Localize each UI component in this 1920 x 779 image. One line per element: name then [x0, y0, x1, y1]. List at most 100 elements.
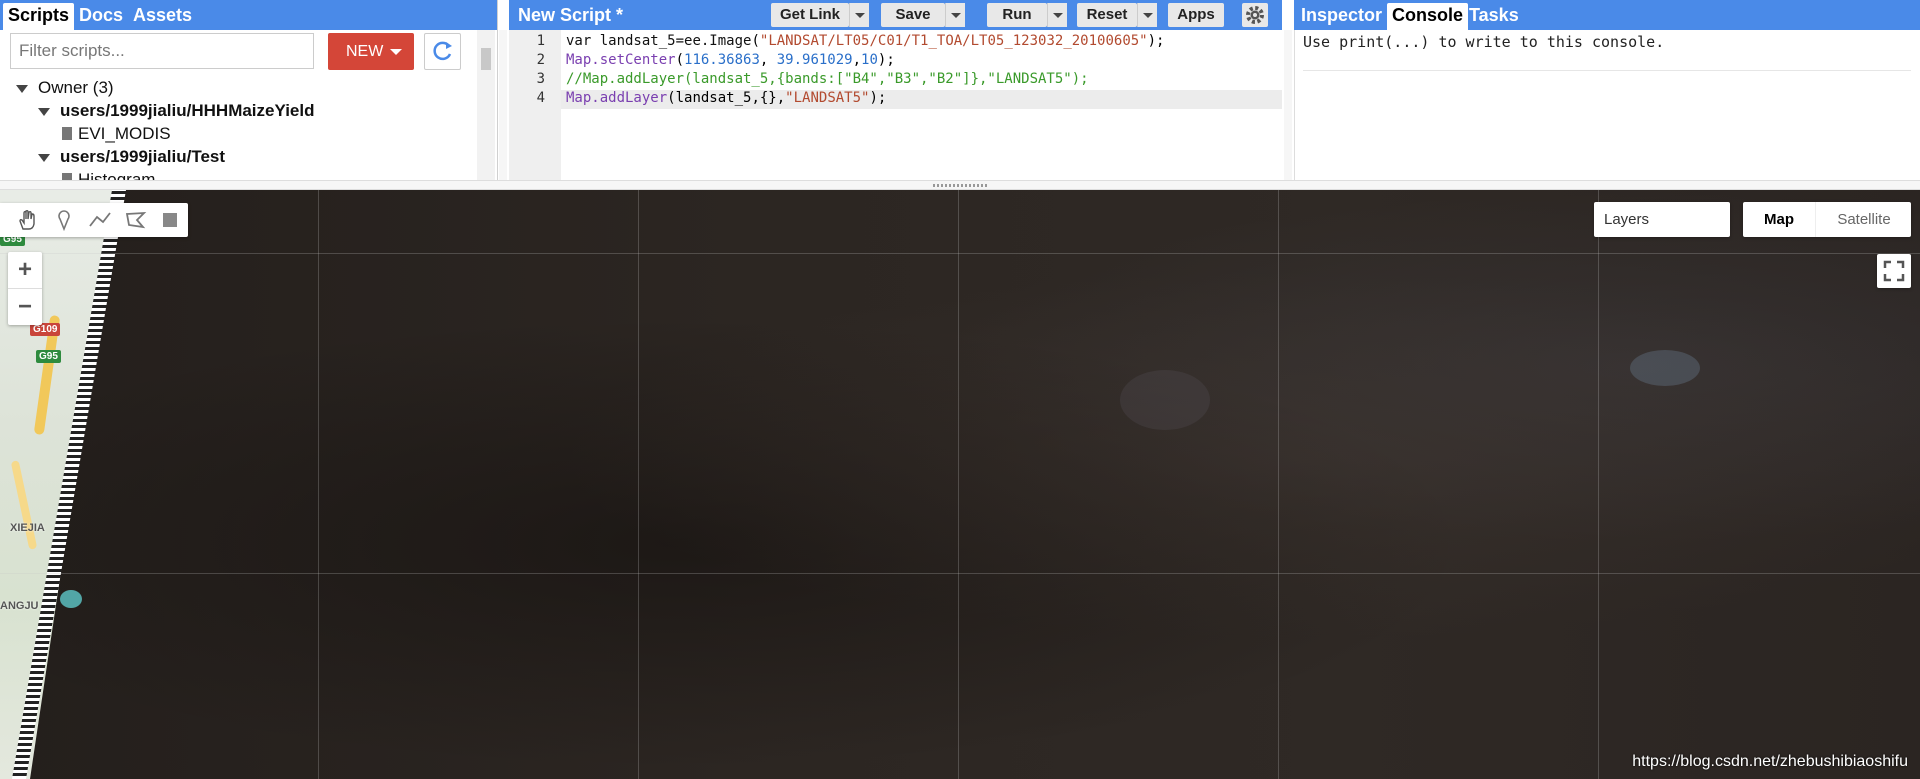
reset-button[interactable]: Reset	[1077, 3, 1137, 27]
place-label: XIEJIA	[10, 522, 45, 534]
grid-line	[958, 190, 959, 779]
pan-hand-icon[interactable]	[16, 209, 40, 231]
grid-line	[0, 253, 1920, 254]
code-token: );	[869, 90, 887, 106]
grid-line	[1598, 190, 1599, 779]
polygon-icon[interactable]	[124, 209, 148, 231]
run-dropdown[interactable]	[1047, 3, 1067, 27]
drag-handle-icon	[933, 184, 987, 187]
expand-icon	[38, 153, 50, 162]
expand-icon	[38, 107, 50, 116]
tree-item-owner[interactable]: Owner (3)	[16, 78, 114, 98]
code-token: );	[877, 52, 895, 68]
get-link-button[interactable]: Get Link	[771, 3, 849, 27]
code-token: 10	[861, 52, 878, 68]
code-line-4[interactable]: Map.addLayer(landsat_5,{},"LANDSAT5");	[566, 89, 886, 108]
drawing-tools	[0, 203, 188, 237]
watermark-text: https://blog.csdn.net/zhebushibiaoshifu	[1632, 753, 1908, 770]
code-token: 116.36863	[684, 52, 760, 68]
road-shield: G95	[36, 350, 61, 363]
tab-tasks[interactable]: Tasks	[1464, 3, 1524, 27]
line-number: 1	[536, 33, 545, 49]
grid-line	[1278, 190, 1279, 779]
right-tab-bar: Inspector Console Tasks	[1294, 0, 1920, 30]
code-token: "LANDSAT5"	[785, 90, 870, 106]
zoom-control: + −	[8, 252, 42, 325]
editor-toolbar: New Script * Get Link Save Run Reset App…	[509, 0, 1282, 30]
scripts-scrollbar[interactable]	[477, 30, 495, 180]
expand-icon	[16, 84, 28, 93]
map-type-satellite[interactable]: Satellite	[1815, 202, 1912, 237]
grid-line	[0, 573, 1920, 574]
line-icon[interactable]	[88, 209, 112, 231]
tab-docs[interactable]: Docs	[74, 3, 128, 27]
zoom-in-button[interactable]: +	[8, 252, 42, 288]
tree-item-evi-modis[interactable]: EVI_MODIS	[62, 124, 171, 144]
map-splitter[interactable]	[0, 180, 1920, 190]
code-token: (	[675, 52, 685, 68]
tree-item-histogram[interactable]: Histogram	[62, 170, 155, 180]
code-token: "LANDSAT/LT05/C01/T1_TOA/LT05_123032_201…	[759, 33, 1148, 49]
code-token: ,	[759, 52, 777, 68]
code-token: ee.Image	[684, 33, 752, 49]
code-token: Map.setCenter	[566, 52, 676, 68]
line-number: 4	[536, 90, 545, 106]
map-canvas[interactable]: G95 G109 G95 XIEJIA ANGJU	[0, 190, 1920, 779]
save-button[interactable]: Save	[881, 3, 945, 27]
rectangle-icon[interactable]	[158, 209, 182, 231]
console-message: Use print(...) to write to this console.	[1303, 33, 1665, 51]
tab-inspector[interactable]: Inspector	[1296, 3, 1387, 27]
scrollbar-thumb[interactable]	[481, 48, 491, 70]
console-divider	[1303, 70, 1911, 71]
line-number: 3	[536, 71, 545, 87]
code-token: (	[751, 33, 760, 49]
tab-console[interactable]: Console	[1387, 3, 1469, 30]
code-line-1[interactable]: var landsat_5=ee.Image("LANDSAT/LT05/C01…	[566, 32, 1164, 51]
tree-item-label: EVI_MODIS	[78, 124, 171, 143]
new-button-label: NEW	[346, 43, 384, 60]
layers-button[interactable]: Layers	[1594, 202, 1730, 237]
code-token: //Map.addLayer(landsat_5,{bands:["B4","B…	[566, 71, 1089, 87]
code-token: (landsat_5,{},	[667, 90, 786, 106]
script-title: New Script *	[518, 5, 624, 25]
place-label: ANGJU	[0, 600, 39, 612]
cloud-patch	[1630, 350, 1700, 386]
reset-dropdown[interactable]	[1137, 3, 1157, 27]
gear-icon	[1246, 6, 1264, 24]
get-link-dropdown[interactable]	[849, 3, 869, 27]
tree-item-label: Histogram	[78, 170, 156, 180]
save-dropdown[interactable]	[945, 3, 965, 27]
code-token: Map.addLayer	[566, 90, 668, 106]
line-number-gutter: 1 2 3 4	[509, 30, 561, 180]
settings-button[interactable]	[1242, 3, 1268, 27]
filter-scripts-input[interactable]	[10, 33, 314, 69]
code-editor[interactable]: var landsat_5=ee.Image("LANDSAT/LT05/C01…	[566, 30, 1282, 180]
chevron-down-icon	[390, 49, 402, 55]
left-splitter[interactable]	[499, 30, 507, 180]
file-icon	[62, 127, 72, 140]
marker-icon[interactable]	[52, 209, 76, 231]
right-splitter[interactable]	[1284, 30, 1292, 180]
code-token: );	[1147, 33, 1165, 49]
map-type-control: Map Satellite	[1743, 202, 1911, 237]
apps-button[interactable]: Apps	[1168, 3, 1224, 27]
refresh-button[interactable]	[424, 33, 461, 70]
tree-item-label: Owner (3)	[38, 78, 114, 97]
map-type-map[interactable]: Map	[1743, 202, 1815, 237]
code-line-3[interactable]: //Map.addLayer(landsat_5,{bands:["B4","B…	[566, 70, 1089, 89]
left-tab-bar: Scripts Docs Assets	[0, 0, 497, 30]
fullscreen-icon	[1883, 260, 1905, 282]
tree-item-repo-test[interactable]: users/1999jialiu/Test	[38, 147, 225, 167]
run-button[interactable]: Run	[987, 3, 1047, 27]
script-tree: Owner (3) users/1999jialiu/HHHMaizeYield…	[0, 78, 480, 180]
tree-item-repo-hhhmaizeyield[interactable]: users/1999jialiu/HHHMaizeYield	[38, 101, 314, 121]
zoom-out-button[interactable]: −	[8, 288, 42, 325]
tab-scripts[interactable]: Scripts	[3, 3, 75, 30]
code-line-2[interactable]: Map.setCenter(116.36863, 39.961029,10);	[566, 51, 895, 70]
cloud-patch	[1120, 370, 1210, 430]
fullscreen-button[interactable]	[1877, 254, 1911, 288]
scripts-panel: Scripts Docs Assets NEW Owner (3) users/…	[0, 0, 498, 180]
new-button[interactable]: NEW	[328, 33, 414, 70]
tab-assets[interactable]: Assets	[128, 3, 197, 27]
line-number: 2	[536, 52, 545, 68]
